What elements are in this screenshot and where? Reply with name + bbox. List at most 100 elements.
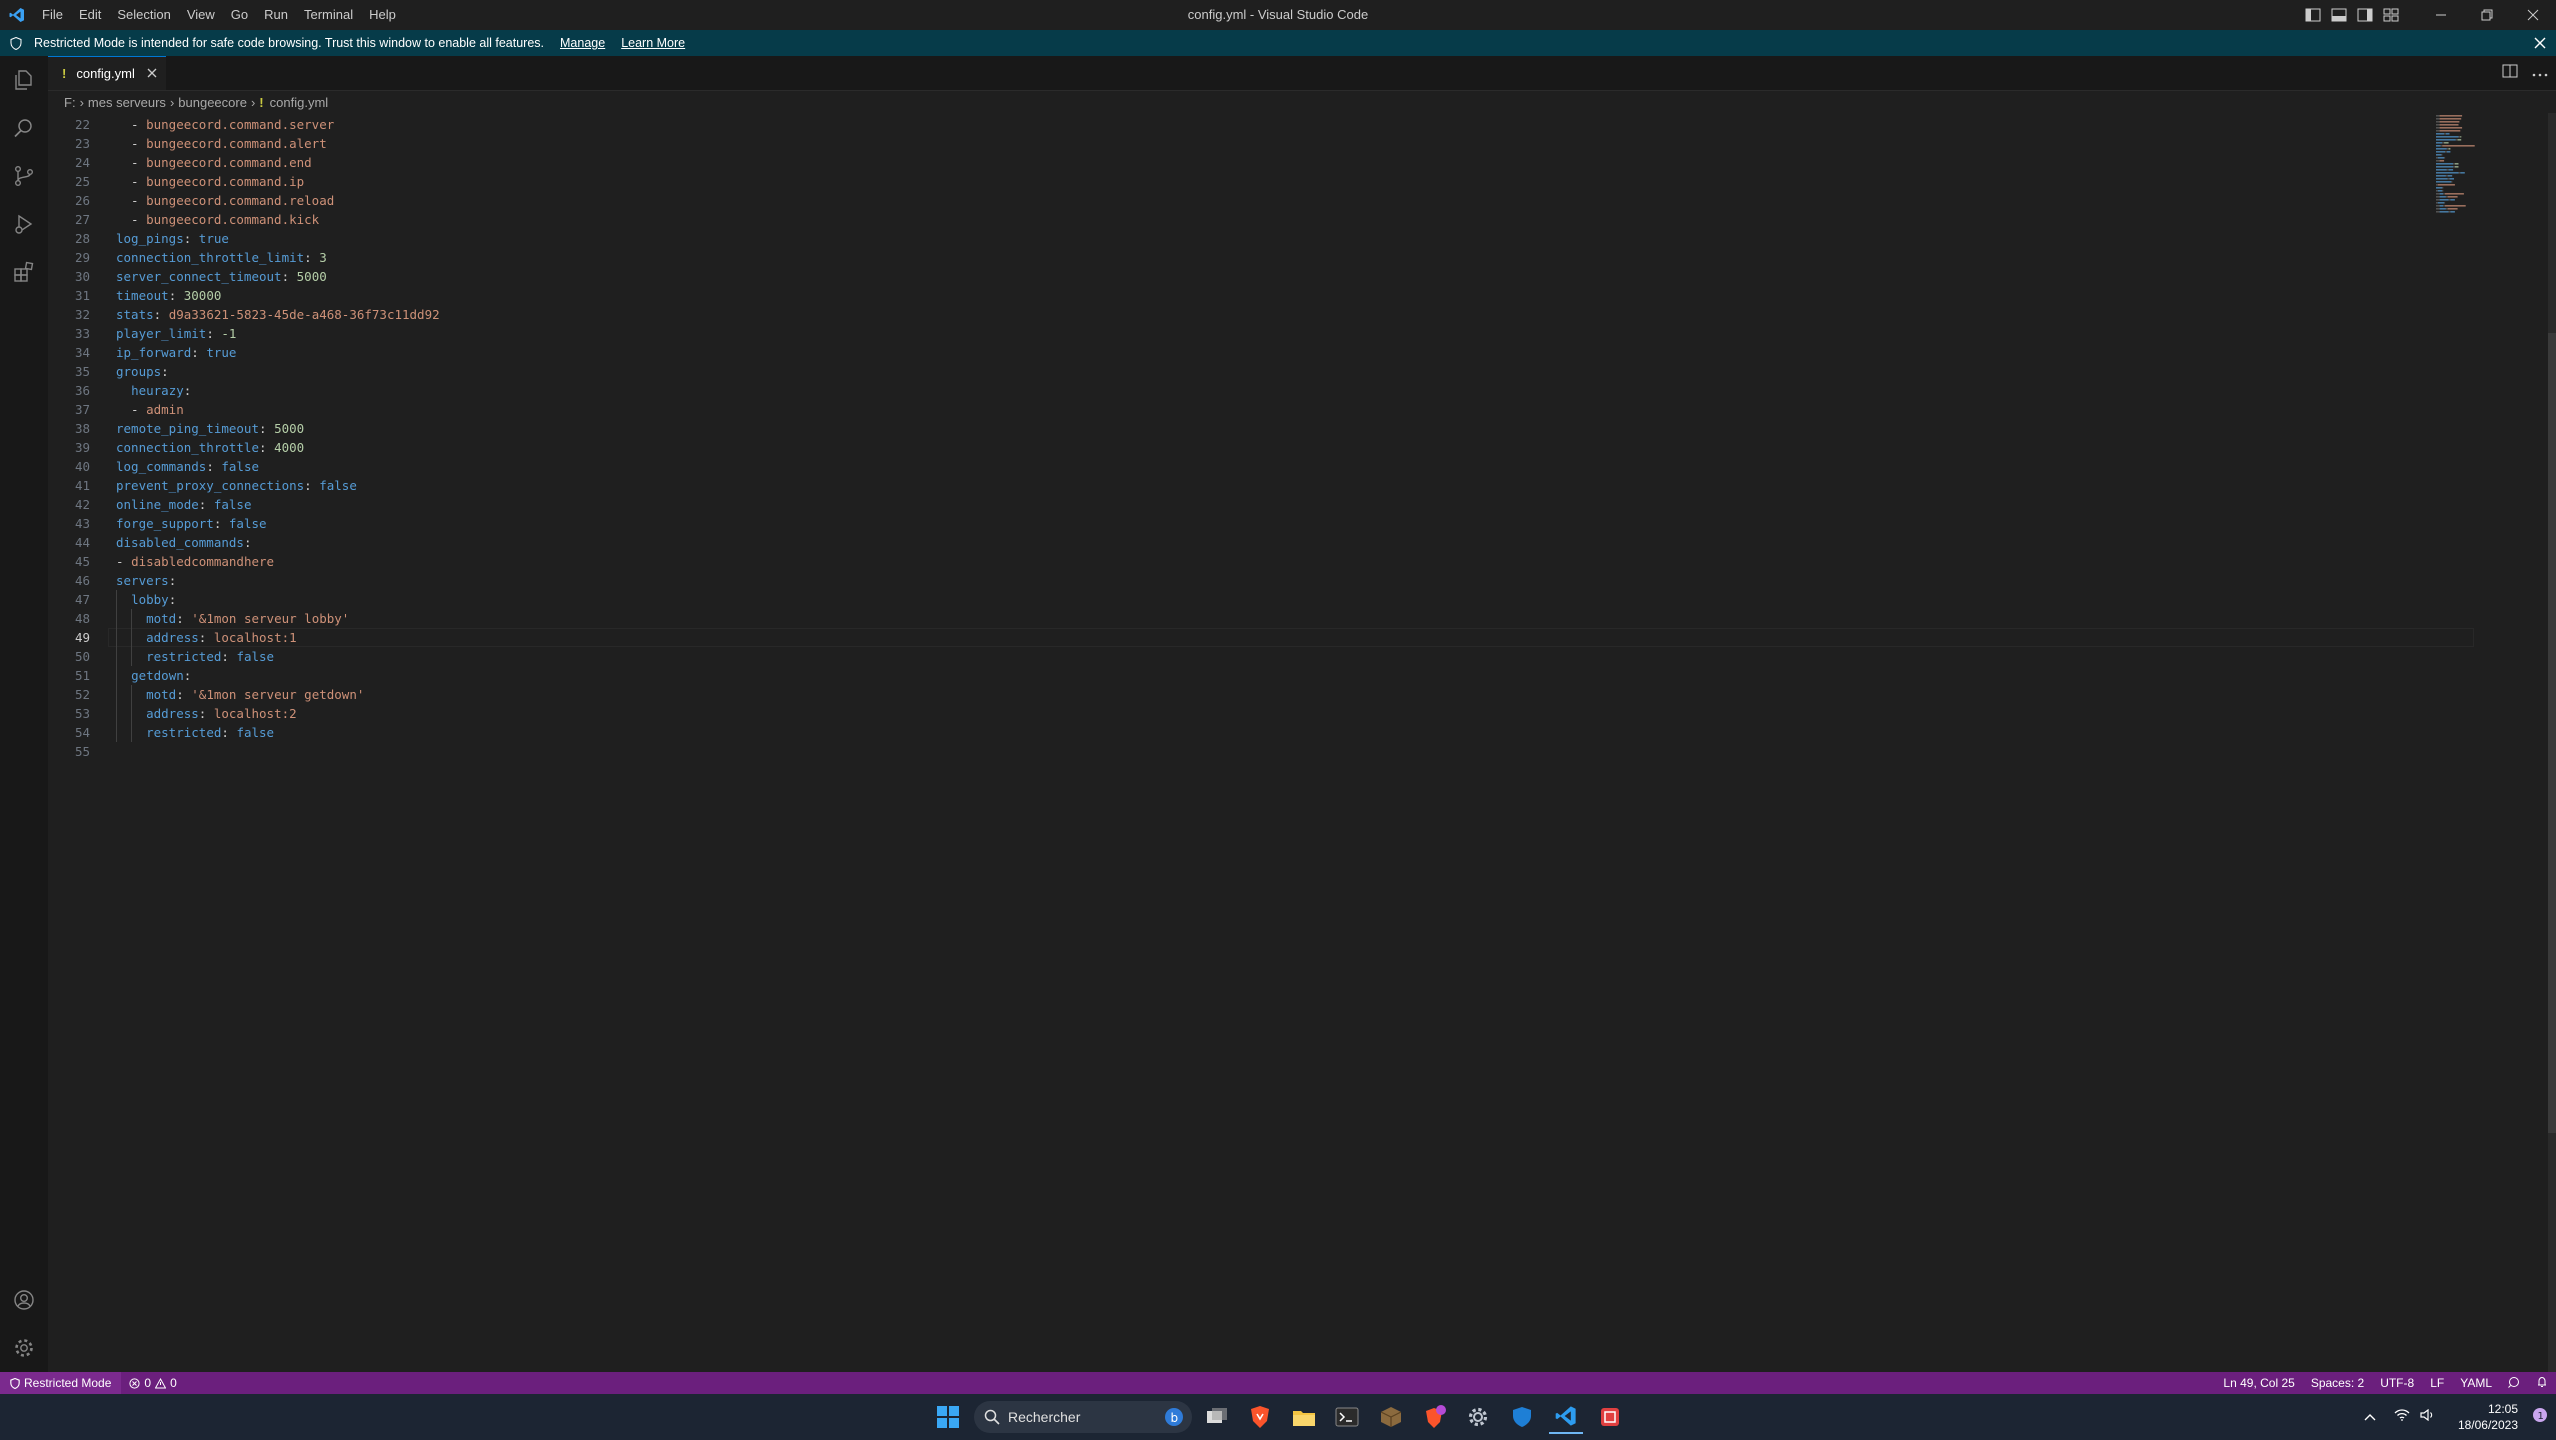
code-line[interactable]: 38 remote_ping_timeout: 5000 bbox=[48, 419, 2508, 438]
toggle-primary-sidebar-icon[interactable] bbox=[2300, 0, 2326, 30]
notifications-bell-icon[interactable] bbox=[2528, 1376, 2556, 1391]
code-line[interactable]: 43 forge_support: false bbox=[48, 514, 2508, 533]
code-line[interactable]: 44 disabled_commands: bbox=[48, 533, 2508, 552]
menu-run[interactable]: Run bbox=[256, 0, 296, 30]
code-line[interactable]: 36 heurazy: bbox=[48, 381, 2508, 400]
feedback-icon[interactable] bbox=[2500, 1376, 2528, 1391]
line-content: lobby: bbox=[116, 590, 176, 609]
cursor-position[interactable]: Ln 49, Col 25 bbox=[2215, 1376, 2302, 1390]
brave-browser-icon[interactable] bbox=[1243, 1400, 1277, 1434]
code-line[interactable]: 42 online_mode: false bbox=[48, 495, 2508, 514]
code-line[interactable]: 51 getdown: bbox=[48, 666, 2508, 685]
taskbar-search[interactable]: Rechercher b bbox=[974, 1401, 1192, 1433]
search-icon[interactable] bbox=[0, 104, 48, 152]
code-line[interactable]: 37 - admin bbox=[48, 400, 2508, 419]
toggle-secondary-sidebar-icon[interactable] bbox=[2352, 0, 2378, 30]
code-line[interactable]: 50 restricted: false bbox=[48, 647, 2508, 666]
end-of-line[interactable]: LF bbox=[2422, 1376, 2452, 1390]
code-line[interactable]: 22 - bungeecord.command.server bbox=[48, 115, 2508, 134]
code-line[interactable]: 32 stats: d9a33621-5823-45de-a468-36f73c1… bbox=[48, 305, 2508, 324]
close-banner-icon[interactable] bbox=[2534, 30, 2546, 56]
restore-icon[interactable] bbox=[2464, 0, 2510, 30]
extensions-icon[interactable] bbox=[0, 248, 48, 296]
task-view-icon[interactable] bbox=[1200, 1400, 1234, 1434]
code-line[interactable]: 34 ip_forward: true bbox=[48, 343, 2508, 362]
menu-terminal[interactable]: Terminal bbox=[296, 0, 361, 30]
bing-icon[interactable]: b bbox=[1164, 1407, 1184, 1427]
close-window-icon[interactable] bbox=[2510, 0, 2556, 30]
minimap[interactable] bbox=[2432, 113, 2548, 223]
code-line[interactable]: 49 address: localhost:1 bbox=[48, 628, 2508, 647]
terminal-icon[interactable] bbox=[1330, 1400, 1364, 1434]
code-line[interactable]: 40 log_commands: false bbox=[48, 457, 2508, 476]
customize-layout-icon[interactable] bbox=[2378, 0, 2404, 30]
code-line[interactable]: 54 restricted: false bbox=[48, 723, 2508, 742]
restricted-mode-indicator[interactable]: Restricted Mode bbox=[0, 1372, 122, 1394]
code-line[interactable]: 30 server_connect_timeout: 5000 bbox=[48, 267, 2508, 286]
code-line[interactable]: 31 timeout: 30000 bbox=[48, 286, 2508, 305]
code-line[interactable]: 27 - bungeecord.command.kick bbox=[48, 210, 2508, 229]
vscode-taskbar-icon[interactable] bbox=[1549, 1400, 1583, 1434]
code-line[interactable]: 25 - bungeecord.command.ip bbox=[48, 172, 2508, 191]
brave-nightly-icon[interactable] bbox=[1418, 1400, 1452, 1434]
code-line[interactable]: 55 bbox=[48, 742, 2508, 761]
menu-selection[interactable]: Selection bbox=[109, 0, 178, 30]
breadcrumb-folder[interactable]: bungeecore bbox=[178, 95, 247, 110]
accounts-icon[interactable] bbox=[0, 1276, 48, 1324]
scrollbar-thumb[interactable] bbox=[2548, 333, 2556, 1133]
menu-help[interactable]: Help bbox=[361, 0, 404, 30]
code-line[interactable]: 35 groups: bbox=[48, 362, 2508, 381]
code-line[interactable]: 29 connection_throttle_limit: 3 bbox=[48, 248, 2508, 267]
code-line[interactable]: 39 connection_throttle: 4000 bbox=[48, 438, 2508, 457]
menu-go[interactable]: Go bbox=[223, 0, 256, 30]
code-editor[interactable]: 22 - bungeecord.command.server 23 - bunge… bbox=[48, 113, 2508, 1372]
code-line[interactable]: 23 - bungeecord.command.alert bbox=[48, 134, 2508, 153]
breadcrumb-drive[interactable]: F: bbox=[64, 95, 76, 110]
snipping-tool-icon[interactable] bbox=[1593, 1400, 1627, 1434]
manage-link[interactable]: Manage bbox=[560, 36, 605, 50]
code-token: bungeecord.command.alert bbox=[146, 136, 327, 151]
menu-file[interactable]: File bbox=[34, 0, 71, 30]
wifi-icon[interactable] bbox=[2394, 1408, 2410, 1426]
toggle-panel-icon[interactable] bbox=[2326, 0, 2352, 30]
minimize-icon[interactable] bbox=[2418, 0, 2464, 30]
more-actions-icon[interactable] bbox=[2532, 64, 2548, 82]
notification-badge-icon[interactable]: 1 bbox=[2532, 1407, 2548, 1428]
breadcrumb-file[interactable]: config.yml bbox=[270, 95, 329, 110]
breadcrumb-folder[interactable]: mes serveurs bbox=[88, 95, 166, 110]
learn-more-link[interactable]: Learn More bbox=[621, 36, 685, 50]
code-line[interactable]: 28 log_pings: true bbox=[48, 229, 2508, 248]
split-editor-icon[interactable] bbox=[2502, 64, 2518, 83]
code-line[interactable]: 45 - disabledcommandhere bbox=[48, 552, 2508, 571]
run-and-debug-icon[interactable] bbox=[0, 200, 48, 248]
volume-icon[interactable] bbox=[2420, 1408, 2436, 1426]
close-tab-icon[interactable] bbox=[147, 66, 157, 81]
code-line[interactable]: 24 - bungeecord.command.end bbox=[48, 153, 2508, 172]
code-line[interactable]: 33 player_limit: -1 bbox=[48, 324, 2508, 343]
encoding[interactable]: UTF-8 bbox=[2372, 1376, 2422, 1390]
windows-start-icon[interactable] bbox=[931, 1400, 965, 1434]
settings-app-icon[interactable] bbox=[1461, 1400, 1495, 1434]
editor-scrollbar[interactable] bbox=[2548, 113, 2556, 1372]
settings-gear-icon[interactable] bbox=[0, 1324, 48, 1372]
windows-security-icon[interactable] bbox=[1505, 1400, 1539, 1434]
explorer-icon[interactable] bbox=[0, 56, 48, 104]
language-mode[interactable]: YAML bbox=[2452, 1376, 2500, 1390]
show-hidden-icons-chevron-icon[interactable] bbox=[2364, 1408, 2376, 1426]
indentation[interactable]: Spaces: 2 bbox=[2303, 1376, 2372, 1390]
code-line[interactable]: 46 servers: bbox=[48, 571, 2508, 590]
menu-view[interactable]: View bbox=[179, 0, 223, 30]
code-line[interactable]: 26 - bungeecord.command.reload bbox=[48, 191, 2508, 210]
code-line[interactable]: 47 lobby: bbox=[48, 590, 2508, 609]
menu-edit[interactable]: Edit bbox=[71, 0, 109, 30]
taskbar-clock[interactable]: 12:05 18/06/2023 bbox=[2458, 1401, 2518, 1433]
code-line[interactable]: 41 prevent_proxy_connections: false bbox=[48, 476, 2508, 495]
tab-config-yml[interactable]: ! config.yml bbox=[48, 56, 166, 90]
code-line[interactable]: 48 motd: '&1mon serveur lobby' bbox=[48, 609, 2508, 628]
problems-indicator[interactable]: 0 0 bbox=[121, 1376, 184, 1390]
code-line[interactable]: 52 motd: '&1mon serveur getdown' bbox=[48, 685, 2508, 704]
code-line[interactable]: 53 address: localhost:2 bbox=[48, 704, 2508, 723]
file-explorer-icon[interactable] bbox=[1287, 1400, 1321, 1434]
minecraft-icon[interactable] bbox=[1374, 1400, 1408, 1434]
source-control-icon[interactable] bbox=[0, 152, 48, 200]
